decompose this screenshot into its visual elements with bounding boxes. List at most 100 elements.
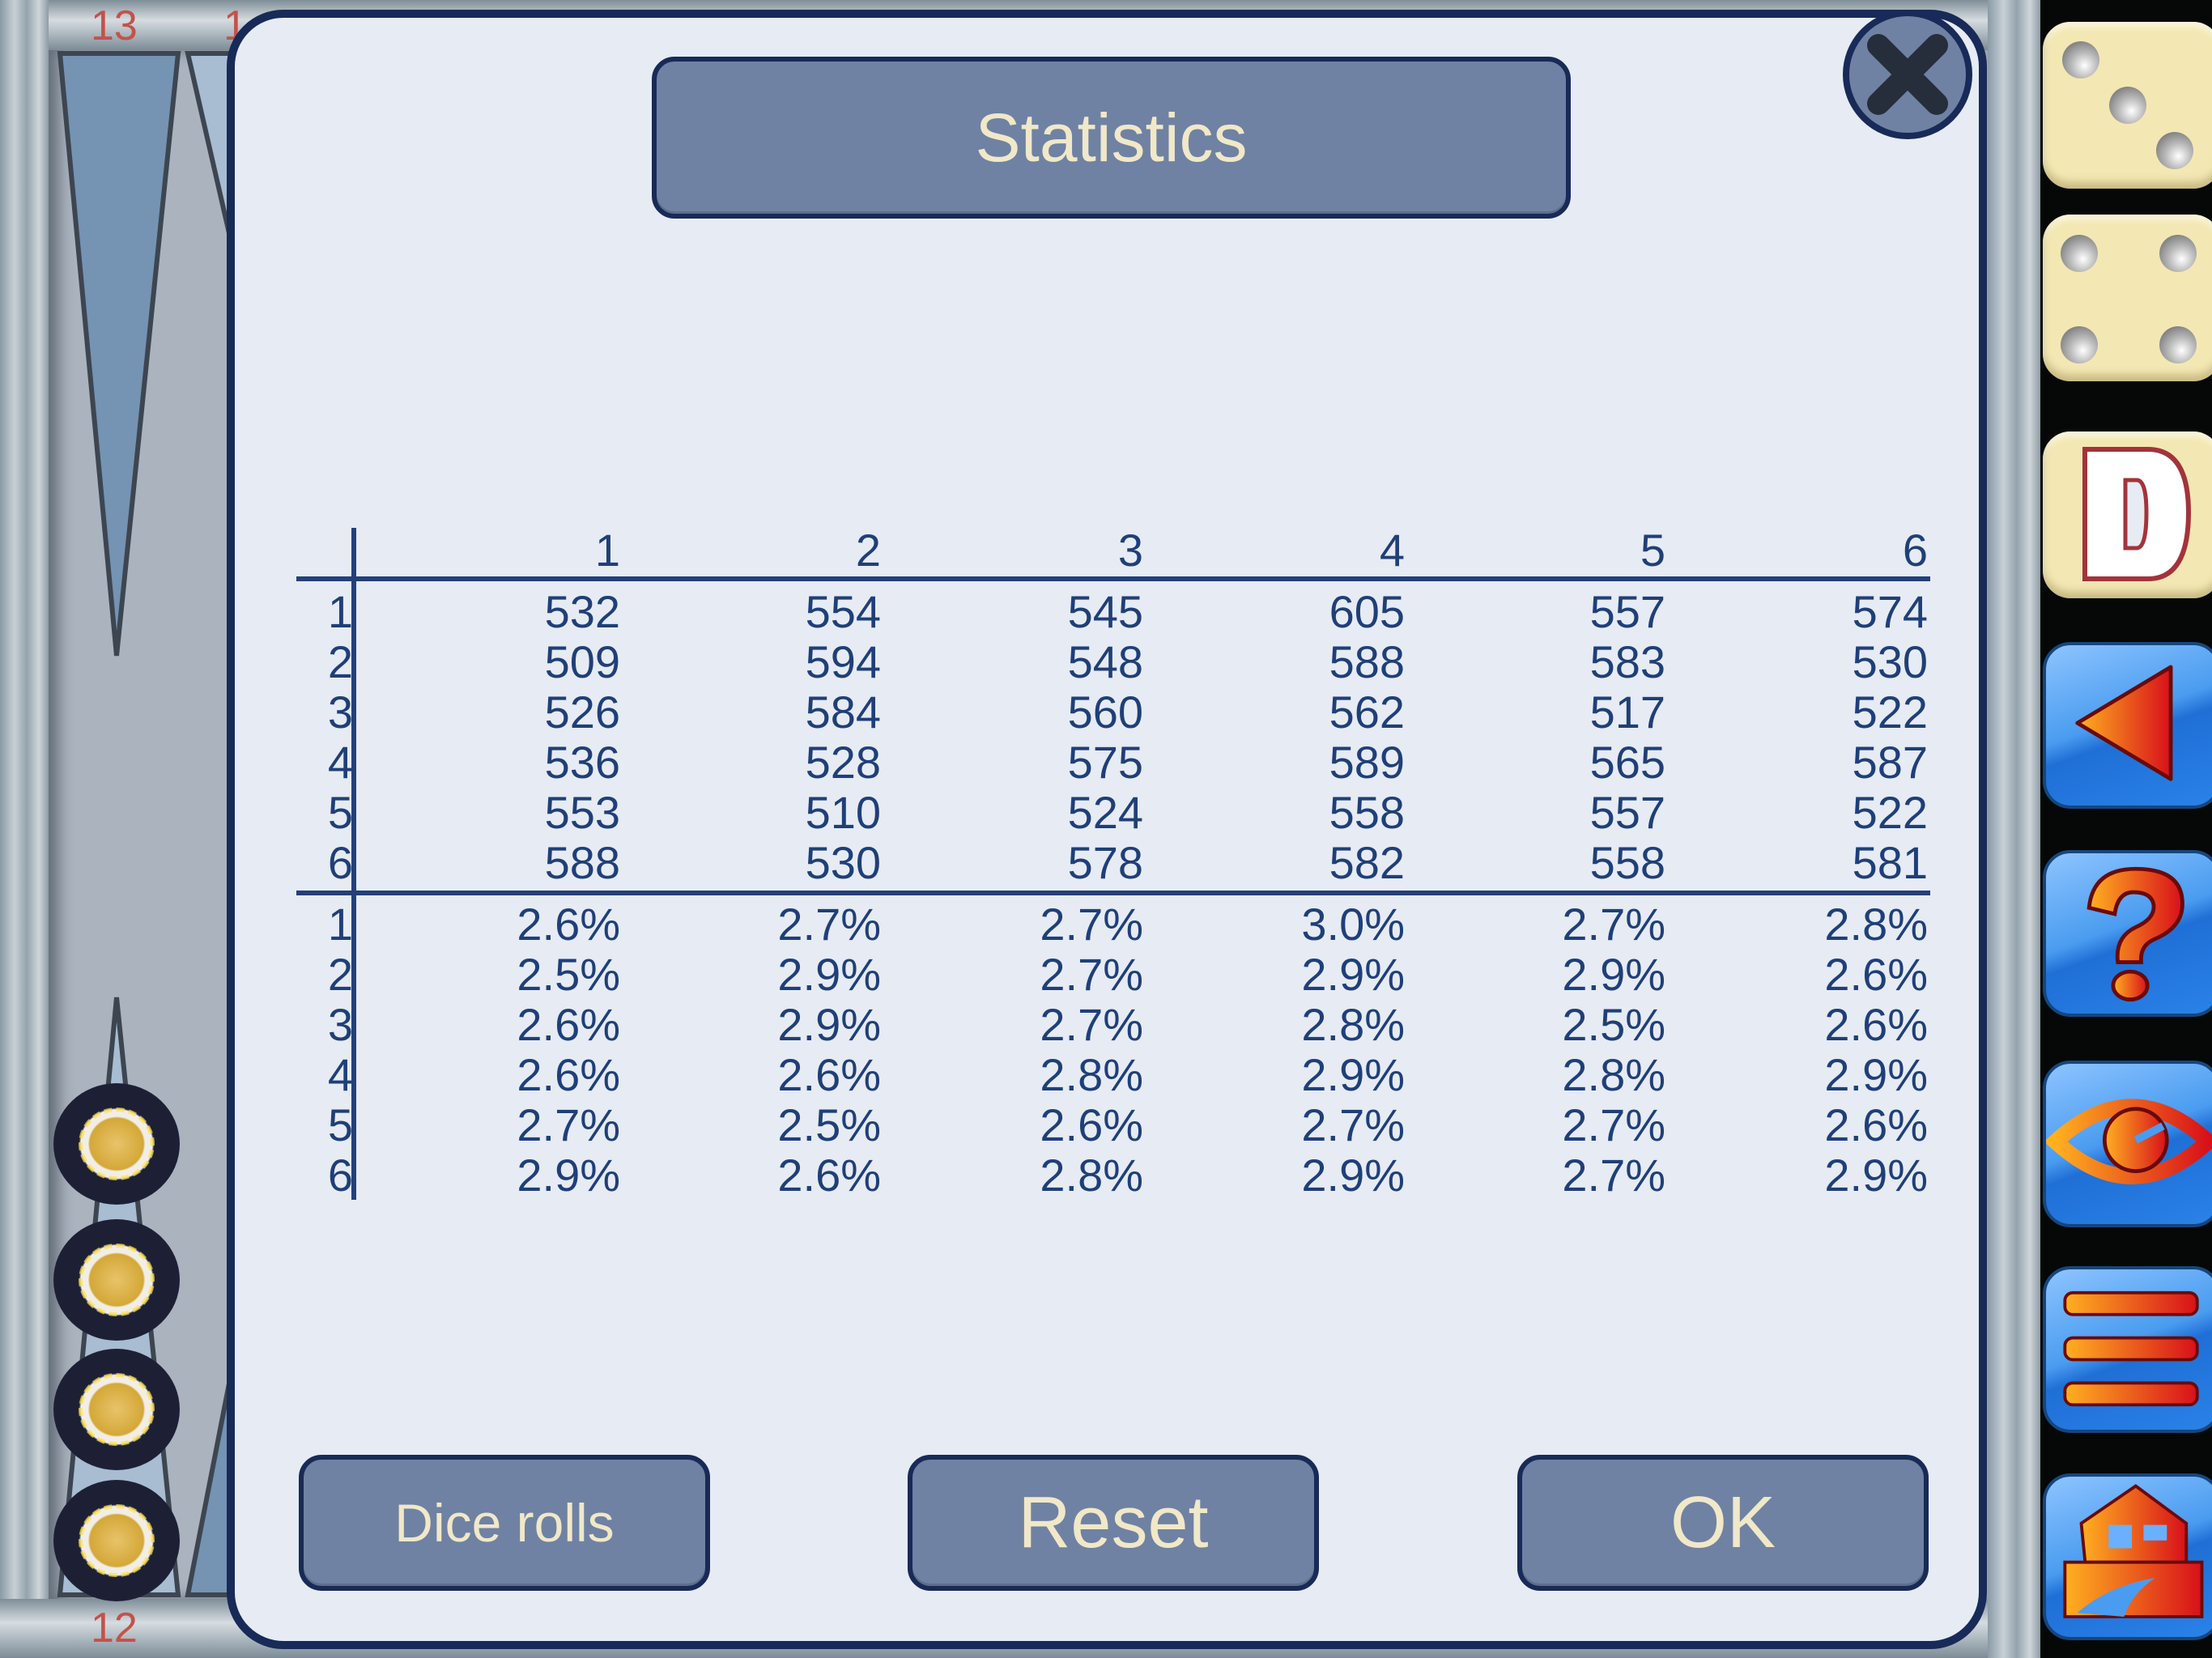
board-frame-left — [0, 0, 49, 1658]
close-button[interactable] — [1843, 10, 1972, 139]
count-cell: 557 — [1589, 787, 1665, 838]
die-1[interactable] — [2043, 22, 2212, 189]
reset-label: Reset — [1018, 1482, 1209, 1563]
count-cell: 532 — [544, 586, 620, 637]
row-label: 5 — [327, 1099, 353, 1150]
row-label: 4 — [327, 737, 353, 788]
close-x-icon — [1867, 34, 1948, 115]
ok-button[interactable]: OK — [1517, 1455, 1929, 1591]
ok-label: OK — [1670, 1482, 1776, 1563]
checker-chip[interactable] — [53, 1480, 180, 1601]
percent-cell: 2.9% — [1824, 1049, 1928, 1100]
column-header: 3 — [1117, 525, 1143, 576]
percent-cell: 2.9% — [777, 949, 881, 1000]
percent-cell: 2.6% — [517, 999, 620, 1050]
undo-button[interactable] — [2043, 642, 2212, 809]
percent-cell: 2.6% — [1824, 1099, 1928, 1150]
dialog-title: Statistics — [975, 99, 1248, 176]
count-cell: 574 — [1852, 586, 1928, 637]
point-13[interactable] — [57, 51, 181, 657]
percent-cell: 2.7% — [1040, 999, 1143, 1050]
double-cube-button[interactable] — [2043, 432, 2212, 598]
board-frame-right — [1988, 0, 2040, 1658]
count-cell: 517 — [1589, 687, 1665, 738]
column-header: 4 — [1379, 525, 1405, 576]
count-cell: 530 — [805, 837, 881, 888]
percent-cell: 2.7% — [517, 1099, 620, 1150]
point-label-13: 13 — [91, 2, 138, 49]
count-cell: 509 — [544, 636, 620, 687]
count-cell: 536 — [544, 737, 620, 788]
percent-cell: 2.8% — [1040, 1150, 1143, 1201]
percent-cell: 2.9% — [777, 999, 881, 1050]
view-button[interactable] — [2043, 1061, 2212, 1227]
percent-cell: 2.6% — [1824, 999, 1928, 1050]
percent-cell: 3.0% — [1301, 899, 1405, 950]
checker-chip[interactable] — [53, 1083, 180, 1205]
count-cell: 582 — [1329, 837, 1405, 888]
percent-cell: 2.6% — [777, 1049, 881, 1100]
die-pip — [2109, 87, 2146, 124]
row-label: 3 — [327, 687, 353, 738]
menu-icon — [2063, 1290, 2199, 1407]
count-cell: 522 — [1852, 687, 1928, 738]
dice-rolls-button[interactable]: Dice rolls — [299, 1455, 710, 1591]
percent-cell: 2.7% — [1562, 1099, 1665, 1150]
count-cell: 545 — [1067, 586, 1143, 637]
count-cell: 589 — [1329, 737, 1405, 788]
menu-button[interactable] — [2043, 1266, 2212, 1433]
home-button[interactable] — [2043, 1473, 2212, 1640]
row-label: 6 — [327, 1150, 353, 1201]
percent-cell: 2.7% — [1562, 1150, 1665, 1201]
count-cell: 548 — [1067, 636, 1143, 687]
column-header: 6 — [1902, 525, 1928, 576]
row-label: 2 — [327, 636, 353, 687]
column-header: 2 — [855, 525, 881, 576]
percent-cell: 2.6% — [777, 1150, 881, 1201]
count-cell: 522 — [1852, 787, 1928, 838]
count-cell: 565 — [1589, 737, 1665, 788]
count-cell: 560 — [1067, 687, 1143, 738]
dialog-title-bar: Statistics — [652, 57, 1571, 219]
checker-chip[interactable] — [53, 1349, 180, 1470]
row-label: 5 — [327, 787, 353, 838]
count-cell: 524 — [1067, 787, 1143, 838]
die-pip — [2062, 41, 2099, 79]
row-label: 4 — [327, 1049, 353, 1100]
count-cell: 553 — [544, 787, 620, 838]
percent-cell: 2.8% — [1824, 899, 1928, 950]
percent-cell: 2.6% — [1040, 1099, 1143, 1150]
die-2[interactable] — [2043, 215, 2212, 381]
column-header: 5 — [1640, 525, 1665, 576]
percent-cell: 2.9% — [1301, 1150, 1405, 1201]
count-cell: 583 — [1589, 636, 1665, 687]
percent-cell: 2.6% — [1824, 949, 1928, 1000]
table-header-rule — [296, 576, 1930, 581]
percent-cell: 2.8% — [1562, 1049, 1665, 1100]
count-cell: 588 — [1329, 636, 1405, 687]
percent-cell: 2.9% — [1824, 1150, 1928, 1201]
percent-cell: 2.9% — [517, 1150, 620, 1201]
back-arrow-icon — [2075, 665, 2173, 781]
count-cell: 528 — [805, 737, 881, 788]
percent-cell: 2.5% — [777, 1099, 881, 1150]
die-pip — [2159, 235, 2197, 272]
count-cell: 581 — [1852, 837, 1928, 888]
percent-cell: 2.7% — [1040, 899, 1143, 950]
checker-chip[interactable] — [53, 1219, 180, 1341]
eye-icon — [2046, 1099, 2212, 1184]
count-cell: 510 — [805, 787, 881, 838]
double-cube-icon — [2082, 447, 2192, 581]
count-cell: 554 — [805, 586, 881, 637]
help-button[interactable] — [2043, 850, 2212, 1017]
count-cell: 562 — [1329, 687, 1405, 738]
reset-button[interactable]: Reset — [908, 1455, 1319, 1591]
column-header: 1 — [594, 525, 620, 576]
count-cell: 530 — [1852, 636, 1928, 687]
percent-cell: 2.9% — [1301, 1049, 1405, 1100]
die-pip — [2061, 326, 2098, 363]
row-label: 6 — [327, 837, 353, 888]
count-cell: 587 — [1852, 737, 1928, 788]
count-cell: 557 — [1589, 586, 1665, 637]
die-pip — [2156, 132, 2193, 169]
